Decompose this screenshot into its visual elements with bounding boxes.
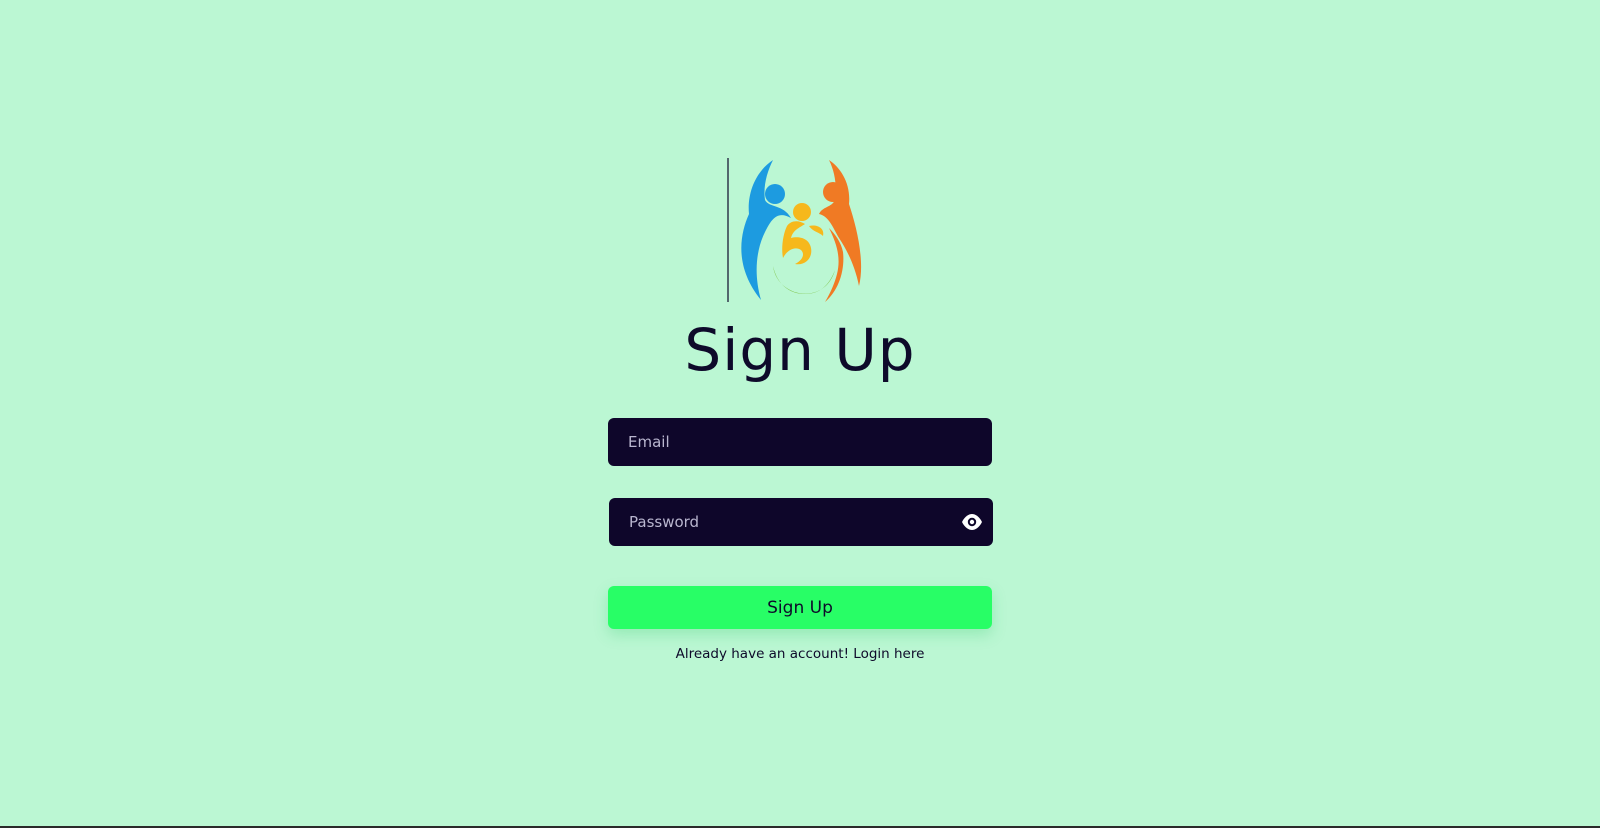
eye-icon[interactable] <box>961 512 983 532</box>
email-field[interactable] <box>608 418 992 466</box>
email-field-container <box>608 418 992 466</box>
password-field-container <box>609 498 993 546</box>
page-title: Sign Up <box>684 316 916 384</box>
login-prompt: Already have an account! Login here <box>0 646 1600 662</box>
login-link[interactable]: Login here <box>853 646 924 662</box>
inclusive-people-logo-icon <box>727 158 862 302</box>
login-prompt-text: Already have an account! <box>675 646 849 662</box>
app-logo <box>725 158 875 304</box>
password-field[interactable] <box>609 498 993 546</box>
sign-up-button[interactable]: Sign Up <box>608 586 992 629</box>
